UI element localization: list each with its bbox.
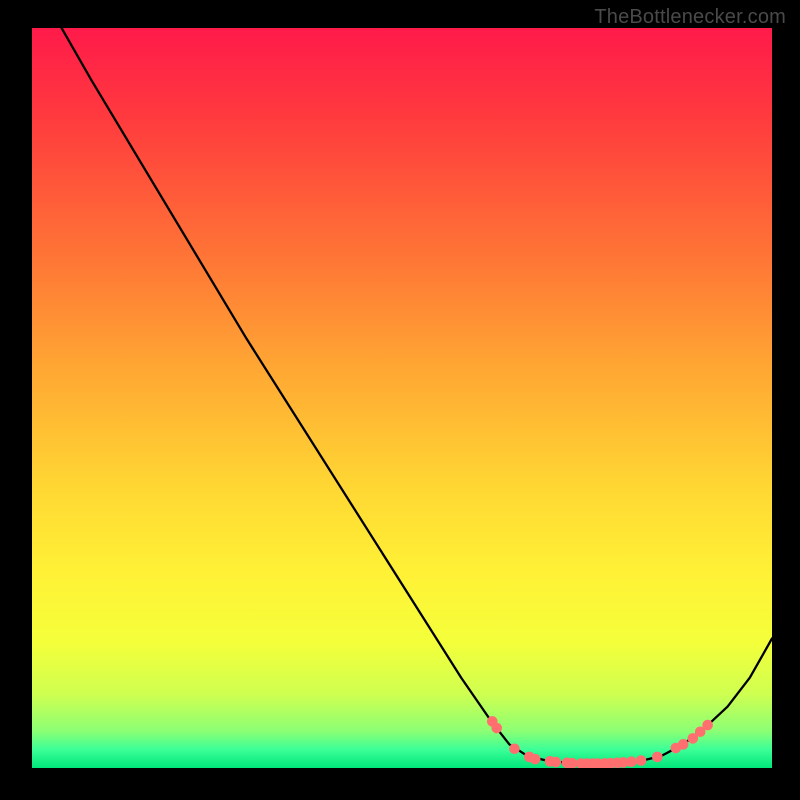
frame-right <box>772 0 800 800</box>
data-marker <box>626 756 637 767</box>
chart-container: { "watermark": "TheBottlenecker.com", "c… <box>0 0 800 800</box>
data-marker <box>652 752 663 763</box>
data-marker <box>551 757 562 768</box>
data-marker <box>678 739 689 750</box>
gradient-background <box>32 28 772 768</box>
data-marker <box>702 720 713 731</box>
data-marker <box>636 755 647 766</box>
chart-svg <box>32 28 772 768</box>
watermark-text: TheBottlenecker.com <box>594 6 786 29</box>
data-marker <box>491 723 502 734</box>
plot-area <box>32 28 772 768</box>
frame-left <box>0 0 32 800</box>
frame-bottom <box>0 768 800 800</box>
data-marker <box>509 743 520 754</box>
data-marker <box>530 754 541 765</box>
